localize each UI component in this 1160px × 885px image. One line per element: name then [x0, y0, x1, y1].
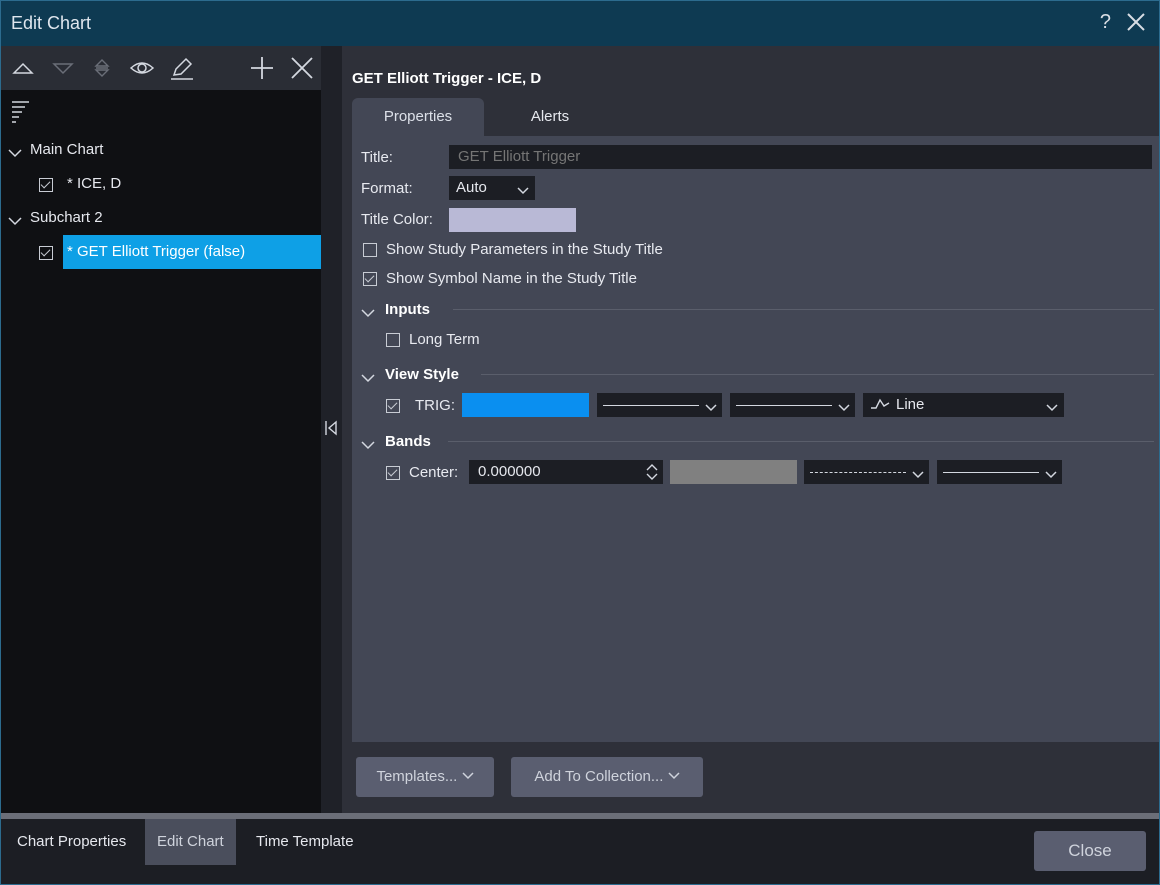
center-label: Center: — [409, 464, 459, 481]
ice-d-visible-checkbox[interactable] — [39, 178, 53, 192]
elliott-trigger-visible-checkbox[interactable] — [39, 246, 53, 260]
add-icon[interactable] — [250, 56, 274, 80]
center-color-swatch[interactable] — [670, 460, 797, 484]
chevron-down-icon — [838, 400, 850, 417]
center-value: 0.000000 — [478, 463, 541, 480]
trig-color-swatch[interactable] — [462, 393, 589, 417]
center-line-style-select[interactable] — [804, 460, 929, 484]
tree-label-subchart-2: Subchart 2 — [30, 209, 103, 226]
show-symbol-checkbox[interactable] — [363, 272, 377, 286]
spinner-arrows-icon[interactable] — [646, 462, 658, 486]
line-style-preview — [736, 405, 832, 406]
chevron-down-icon[interactable] — [361, 370, 375, 387]
trig-line-width-select[interactable] — [597, 393, 722, 417]
visibility-eye-icon[interactable] — [129, 56, 155, 80]
templates-button[interactable]: Templates... — [356, 757, 494, 797]
tab-chart-properties[interactable]: Chart Properties — [5, 819, 138, 865]
help-button[interactable]: ? — [1100, 11, 1111, 34]
templates-button-label: Templates... — [376, 768, 458, 785]
section-divider — [481, 374, 1154, 375]
window-title: Edit Chart — [11, 13, 92, 33]
chevron-down-icon[interactable] — [361, 305, 375, 322]
tab-alerts[interactable]: Alerts — [484, 98, 616, 136]
tab-time-template[interactable]: Time Template — [244, 819, 366, 865]
format-select[interactable]: Auto — [449, 176, 535, 200]
move-up-icon[interactable] — [11, 56, 35, 80]
format-value: Auto — [456, 179, 487, 196]
chevron-down-icon — [705, 400, 717, 417]
show-symbol-label: Show Symbol Name in the Study Title — [386, 270, 637, 287]
chevron-down-icon[interactable] — [8, 145, 22, 162]
close-button[interactable]: Close — [1034, 831, 1146, 871]
edit-pencil-icon[interactable] — [170, 56, 194, 80]
edit-chart-window: Edit Chart ? Main Chart * ICE, D Subchar… — [0, 0, 1160, 885]
format-label: Format: — [361, 180, 413, 197]
line-width-preview — [603, 405, 699, 406]
close-icon[interactable] — [1127, 13, 1145, 35]
center-visible-checkbox[interactable] — [386, 466, 400, 480]
trig-draw-style-select[interactable]: Line — [863, 393, 1064, 417]
delete-icon[interactable] — [290, 56, 314, 80]
tree-label-get-elliott-trigger: * GET Elliott Trigger (false) — [63, 235, 321, 269]
add-to-collection-label: Add To Collection... — [534, 768, 664, 785]
chevron-down-icon — [668, 768, 680, 785]
tab-properties[interactable]: Properties — [352, 98, 484, 136]
study-settings-panel: GET Elliott Trigger - ICE, D Properties … — [342, 46, 1159, 813]
trig-line-style-select[interactable] — [730, 393, 855, 417]
chevron-down-icon — [461, 768, 474, 785]
study-tree-panel: Main Chart * ICE, D Subchart 2 * GET Ell… — [1, 46, 321, 813]
view-style-section-header: View Style — [385, 366, 459, 383]
sort-list-icon[interactable] — [11, 100, 33, 128]
line-style-icon — [870, 397, 890, 415]
trig-label: TRIG: — [415, 397, 455, 414]
trig-visible-checkbox[interactable] — [386, 399, 400, 413]
bottom-tab-bar: Chart Properties Edit Chart Time Templat… — [1, 819, 1159, 884]
center-line-width-select[interactable] — [937, 460, 1062, 484]
chevron-down-icon[interactable] — [361, 437, 375, 454]
chevron-down-icon[interactable] — [8, 213, 22, 230]
panel-button-bar: Templates... Add To Collection... — [352, 742, 1159, 813]
draw-style-value: Line — [896, 396, 925, 413]
tree-label-ice-d: * ICE, D — [67, 175, 122, 192]
center-value-spinbox[interactable]: 0.000000 — [469, 460, 663, 484]
long-term-label: Long Term — [409, 331, 480, 348]
title-color-label: Title Color: — [361, 211, 433, 228]
move-both-icon[interactable] — [90, 56, 114, 80]
chevron-down-icon — [912, 467, 924, 484]
inputs-section-header: Inputs — [385, 301, 430, 318]
title-label: Title: — [361, 149, 393, 166]
panel-splitter[interactable] — [321, 46, 342, 813]
collapse-panel-icon[interactable] — [324, 420, 338, 440]
chevron-down-icon — [1046, 400, 1058, 417]
tree-label-main-chart: Main Chart — [30, 141, 104, 158]
move-down-icon[interactable] — [51, 56, 75, 80]
title-color-swatch[interactable] — [449, 208, 576, 232]
study-heading: GET Elliott Trigger - ICE, D — [352, 70, 542, 87]
chevron-down-icon — [1045, 467, 1057, 484]
tab-edit-chart[interactable]: Edit Chart — [145, 819, 236, 865]
dashed-line-preview — [810, 472, 906, 473]
title-bar: Edit Chart ? — [1, 1, 1159, 46]
title-input[interactable] — [449, 145, 1152, 169]
show-params-checkbox[interactable] — [363, 243, 377, 257]
section-divider — [453, 309, 1154, 310]
bands-section-header: Bands — [385, 433, 431, 450]
chevron-down-icon — [517, 183, 529, 200]
add-to-collection-button[interactable]: Add To Collection... — [511, 757, 703, 797]
show-params-label: Show Study Parameters in the Study Title — [386, 241, 663, 258]
long-term-checkbox[interactable] — [386, 333, 400, 347]
line-width-preview — [943, 472, 1039, 473]
section-divider — [448, 441, 1154, 442]
properties-panel: Title: Format: Auto Title Color: Show St… — [352, 136, 1159, 742]
tree-toolbar — [1, 46, 321, 90]
